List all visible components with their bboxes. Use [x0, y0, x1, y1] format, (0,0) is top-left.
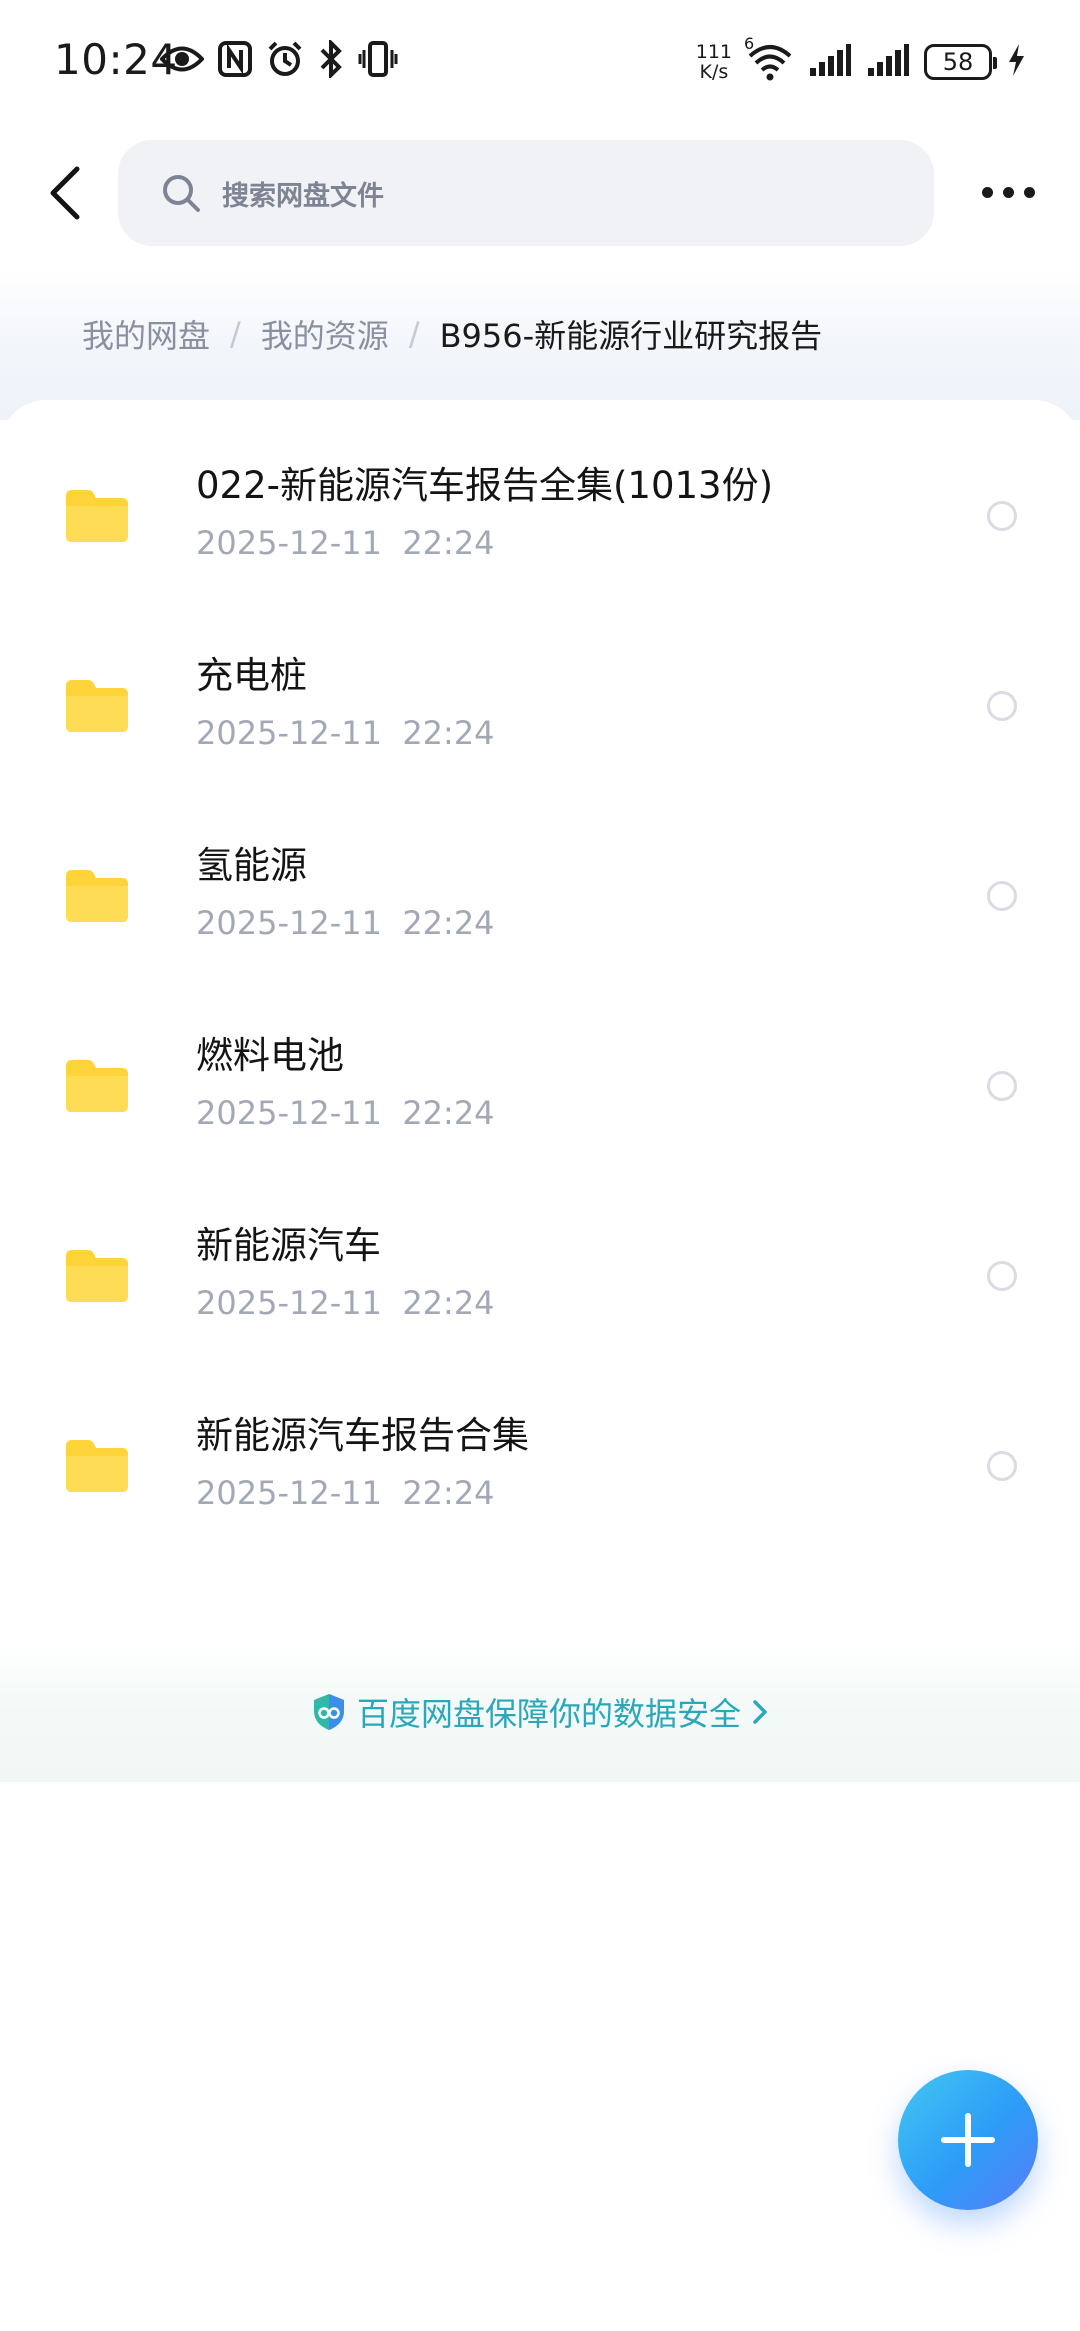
- file-name: 新能源汽车报告合集: [196, 1414, 529, 1457]
- security-banner-content: 百度网盘保障你的数据安全: [311, 1689, 769, 1735]
- vibrate-icon: [358, 40, 398, 82]
- search-input[interactable]: 搜索网盘文件: [118, 140, 934, 246]
- chevron-left-icon: [50, 166, 80, 220]
- file-list: 022-新能源汽车报告全集(1013份) 2025-12-11 22:24 充电…: [0, 400, 1080, 1780]
- select-radio[interactable]: [987, 1261, 1017, 1291]
- folder-icon: [66, 490, 128, 542]
- security-banner-text: 百度网盘保障你的数据安全: [356, 1695, 741, 1733]
- status-left-icons: [159, 38, 398, 84]
- file-name: 充电桩: [196, 654, 307, 697]
- signal-icon: [808, 42, 852, 82]
- file-row[interactable]: 氢能源 2025-12-11 22:24: [0, 780, 1080, 970]
- charging-icon: [1006, 42, 1026, 82]
- shield-icon: [313, 1694, 344, 1730]
- add-button[interactable]: [898, 2070, 1038, 2210]
- file-name: 新能源汽车: [196, 1224, 381, 1267]
- file-row[interactable]: 新能源汽车 2025-12-11 22:24: [0, 1160, 1080, 1350]
- plus-icon: [941, 2113, 995, 2167]
- bluetooth-icon: [318, 38, 344, 82]
- chevron-right-icon: [753, 1700, 767, 1724]
- file-row[interactable]: 022-新能源汽车报告全集(1013份) 2025-12-11 22:24: [0, 400, 1080, 590]
- alarm-icon: [266, 40, 304, 82]
- file-date: 2025-12-11 22:24: [196, 904, 495, 942]
- status-bar: 10:24 111 K/s 6 58: [0, 0, 1080, 120]
- status-time: 10:24: [54, 35, 178, 84]
- more-dot-icon: [981, 186, 993, 198]
- breadcrumb-item-my-drive[interactable]: 我的网盘: [82, 311, 210, 357]
- select-radio[interactable]: [987, 501, 1017, 531]
- folder-icon: [66, 1440, 128, 1492]
- more-dot-icon: [1023, 186, 1035, 198]
- network-speed-unit: K/s: [699, 61, 729, 83]
- network-speed: 111 K/s: [696, 42, 732, 82]
- back-button[interactable]: [30, 158, 100, 228]
- select-radio[interactable]: [987, 691, 1017, 721]
- file-row[interactable]: 充电桩 2025-12-11 22:24: [0, 590, 1080, 780]
- file-date: 2025-12-11 22:24: [196, 1094, 495, 1132]
- file-date: 2025-12-11 22:24: [196, 1474, 495, 1512]
- breadcrumb-item-my-resources[interactable]: 我的资源: [261, 311, 389, 357]
- header: 搜索网盘文件: [0, 138, 1080, 248]
- nfc-icon: [218, 41, 252, 81]
- breadcrumb-separator: /: [230, 315, 241, 353]
- breadcrumb: 我的网盘 / 我的资源 / B956-新能源行业研究报告: [82, 306, 822, 362]
- select-radio[interactable]: [987, 881, 1017, 911]
- search-placeholder: 搜索网盘文件: [222, 180, 384, 212]
- more-dot-icon: [1002, 186, 1014, 198]
- select-radio[interactable]: [987, 1071, 1017, 1101]
- file-row[interactable]: 燃料电池 2025-12-11 22:24: [0, 970, 1080, 1160]
- wifi-badge: 6: [744, 34, 755, 53]
- file-row[interactable]: 新能源汽车报告合集 2025-12-11 22:24: [0, 1350, 1080, 1540]
- select-radio[interactable]: [987, 1451, 1017, 1481]
- file-date: 2025-12-11 22:24: [196, 714, 495, 752]
- battery-level: 58: [942, 48, 974, 76]
- battery-icon: 58: [924, 44, 997, 80]
- file-date: 2025-12-11 22:24: [196, 524, 495, 562]
- breadcrumb-item-current: B956-新能源行业研究报告: [439, 317, 823, 355]
- search-icon: [160, 172, 202, 214]
- folder-icon: [66, 1250, 128, 1302]
- network-speed-value: 111: [695, 41, 732, 63]
- wifi-icon: 6: [744, 34, 794, 82]
- signal-icon: [866, 42, 910, 82]
- breadcrumb-separator: /: [408, 315, 420, 353]
- folder-icon: [66, 680, 128, 732]
- file-name: 022-新能源汽车报告全集(1013份): [196, 464, 774, 507]
- security-banner[interactable]: 百度网盘保障你的数据安全: [0, 1642, 1080, 1782]
- eye-icon: [159, 44, 205, 78]
- folder-icon: [66, 1060, 128, 1112]
- folder-icon: [66, 870, 128, 922]
- status-right-icons: 111 K/s 6 58: [696, 34, 1026, 88]
- file-date: 2025-12-11 22:24: [196, 1284, 495, 1322]
- more-options-button[interactable]: [968, 162, 1048, 222]
- file-name: 氢能源: [196, 844, 307, 887]
- file-name: 燃料电池: [196, 1034, 344, 1077]
